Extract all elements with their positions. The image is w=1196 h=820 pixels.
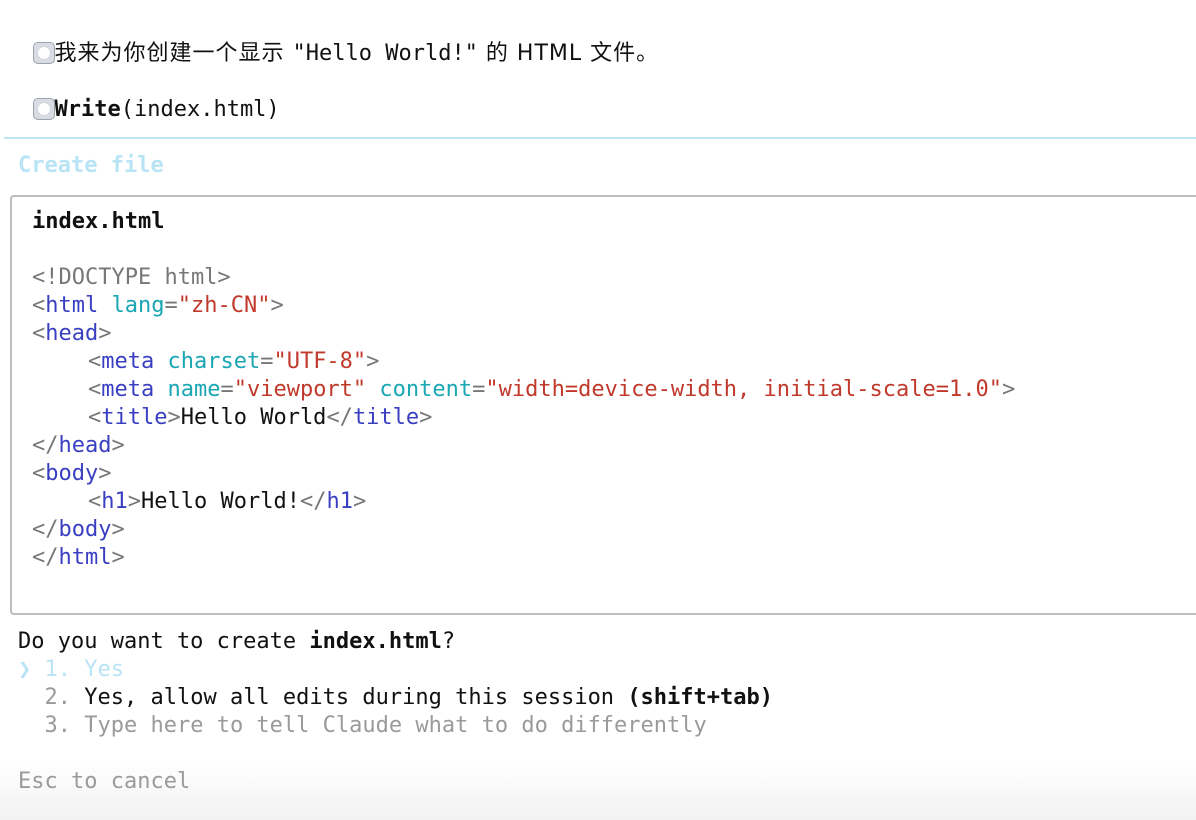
option-allow-all-edits[interactable]: 2. Yes, allow all edits during this sess… bbox=[18, 684, 774, 712]
option-custom-instruction[interactable]: 3. Type here to tell Claude what to do d… bbox=[18, 712, 707, 740]
code-line-head-close: </head> bbox=[32, 433, 125, 458]
code-line-h1: <h1>Hello World!</h1> bbox=[88, 489, 367, 514]
code-line-head-open: <head> bbox=[32, 321, 112, 346]
dialog-divider bbox=[4, 137, 1196, 139]
code-line-meta-viewport: <meta name="viewport" content="width=dev… bbox=[88, 377, 1016, 402]
confirm-question: Do you want to create index.html? bbox=[18, 629, 456, 654]
code-line-body-close: </body> bbox=[32, 517, 125, 542]
tool-status-icon bbox=[32, 98, 55, 120]
code-line-html-open: <html lang="zh-CN"> bbox=[32, 293, 284, 318]
tool-call: Write(index.html) bbox=[6, 68, 280, 122]
code-line-html-close: </html> bbox=[32, 545, 125, 570]
cancel-hint: Esc to cancel bbox=[18, 769, 191, 794]
code-line-body-open: <body> bbox=[32, 461, 112, 486]
code-line-doctype: <!DOCTYPE html> bbox=[32, 265, 231, 290]
selection-caret-icon: ❯ bbox=[18, 657, 32, 682]
file-name: index.html bbox=[32, 209, 165, 234]
message-status-icon bbox=[32, 42, 55, 64]
assistant-message: 我来为你创建一个显示 "Hello World!" 的 HTML 文件。 bbox=[6, 12, 659, 66]
code-line-meta-charset: <meta charset="UTF-8"> bbox=[88, 349, 380, 374]
option-yes[interactable]: ❯ 1. Yes bbox=[18, 656, 124, 684]
tool-name: Write bbox=[54, 97, 121, 122]
tool-args: (index.html) bbox=[120, 97, 280, 122]
shortcut-hint: (shift+tab) bbox=[627, 685, 774, 710]
dialog-title: Create file bbox=[18, 153, 164, 178]
code-line-title: <title>Hello World</title> bbox=[88, 405, 433, 430]
